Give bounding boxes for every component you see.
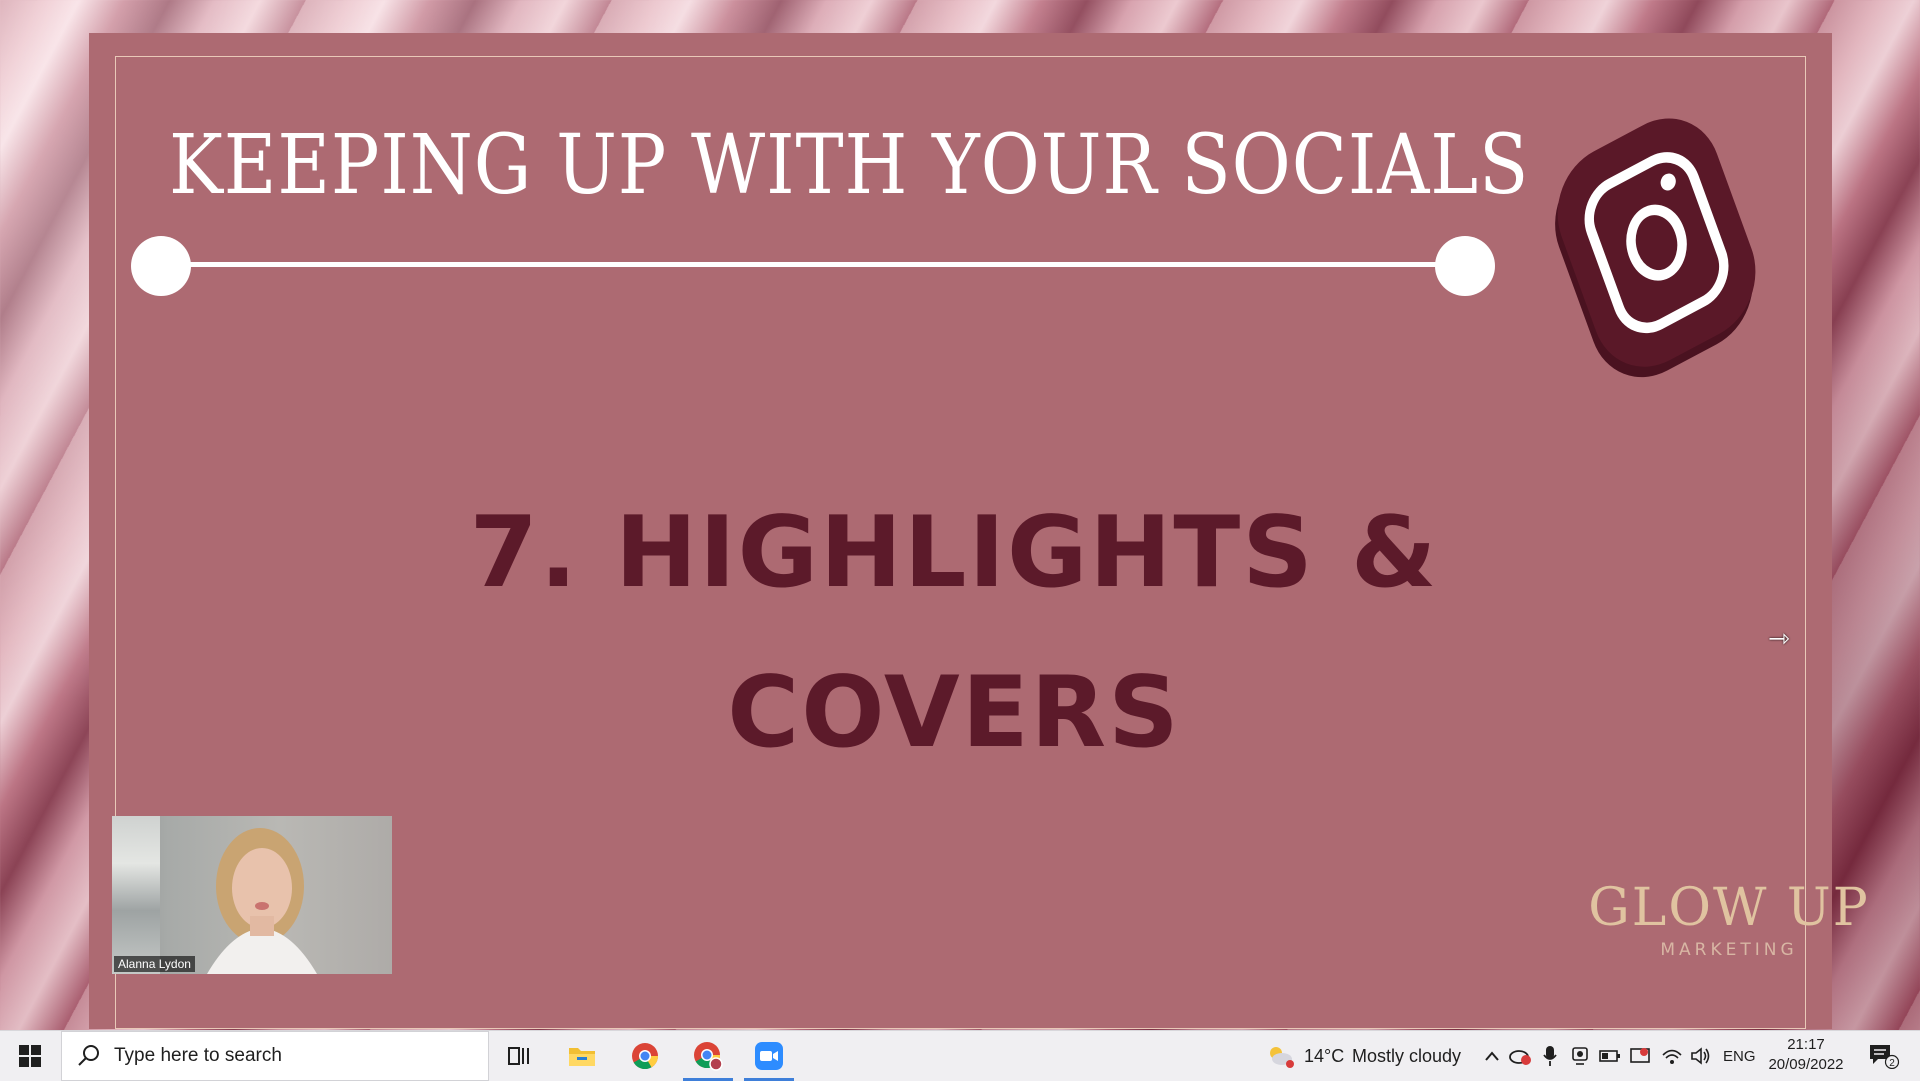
chrome-icon <box>632 1043 659 1070</box>
webcam-icon <box>1572 1047 1588 1065</box>
brand-subtitle: MARKETING <box>1660 940 1798 960</box>
cloud-error-icon <box>1509 1050 1531 1065</box>
wifi-icon <box>1662 1049 1682 1064</box>
weather-button[interactable] <box>1265 1044 1295 1068</box>
weather-cloudy-icon <box>1270 1047 1294 1068</box>
microphone-icon <box>1543 1046 1557 1066</box>
participant-video-feed <box>207 828 317 974</box>
slide-heading: 7. HIGHLIGHTS & COVERS <box>389 473 1519 793</box>
weather-description[interactable]: Mostly cloudy <box>1352 1031 1461 1081</box>
zoom-button[interactable] <box>740 1031 798 1081</box>
battery-icon <box>1599 1050 1620 1062</box>
battery-button[interactable] <box>1598 1044 1622 1068</box>
onedrive-status-button[interactable] <box>1508 1044 1532 1068</box>
input-language-indicator[interactable]: ENG <box>1723 1031 1756 1081</box>
task-view-icon <box>508 1047 529 1065</box>
volume-button[interactable] <box>1689 1044 1713 1068</box>
microphone-button[interactable] <box>1538 1044 1562 1068</box>
zoom-icon <box>755 1042 783 1070</box>
action-center-button[interactable]: 2 <box>1868 1044 1900 1069</box>
weather-temperature[interactable]: 14°C <box>1304 1031 1344 1081</box>
search-input[interactable] <box>112 1044 476 1068</box>
task-view-button[interactable] <box>490 1031 548 1081</box>
clock-time: 21:17 <box>1787 1036 1825 1053</box>
chevron-up-icon <box>1485 1051 1499 1061</box>
participant-video-tile[interactable]: Alanna Lydon <box>112 816 392 974</box>
notification-icon: 2 <box>1870 1045 1900 1069</box>
chrome-button[interactable] <box>616 1031 674 1081</box>
speaker-icon <box>1691 1047 1710 1065</box>
slide-title: KEEPING UP WITH YOUR SOCIALS <box>169 118 1530 213</box>
title-underline-rule <box>159 262 1467 267</box>
network-button[interactable] <box>1660 1044 1684 1068</box>
search-icon <box>78 1045 99 1066</box>
brand-logo: GLOW UP MARKETING <box>1569 878 1889 960</box>
clock-date: 20/09/2022 <box>1768 1056 1844 1073</box>
brand-name: GLOW UP <box>1588 878 1870 938</box>
chrome-profile-icon <box>694 1042 723 1071</box>
participant-name-label: Alanna Lydon <box>114 956 195 972</box>
file-explorer-button[interactable] <box>553 1031 611 1081</box>
display-sync-icon <box>1630 1048 1650 1063</box>
rule-right-dot <box>1435 236 1495 296</box>
instagram-icon <box>1555 118 1756 378</box>
taskbar-search-box[interactable] <box>61 1031 489 1081</box>
show-hidden-icons-button[interactable] <box>1480 1044 1504 1068</box>
taskbar-clock[interactable]: 21:17 20/09/2022 <box>1760 1035 1852 1075</box>
file-explorer-icon <box>569 1048 595 1066</box>
mouse-cursor-icon: ⇾ <box>1768 624 1790 654</box>
slide-heading-line-1: 7. HIGHLIGHTS & <box>469 496 1439 610</box>
camera-status-button[interactable] <box>1568 1044 1592 1068</box>
notification-count: 2 <box>1889 1058 1895 1069</box>
windows-logo-icon <box>19 1045 41 1067</box>
start-button[interactable] <box>0 1031 60 1081</box>
meet-now-button[interactable] <box>1628 1044 1652 1068</box>
windows-taskbar: 14°C Mostly cloudy <box>0 1030 1920 1081</box>
slide-heading-line-2: COVERS <box>727 656 1181 770</box>
chrome-profile-button[interactable] <box>679 1031 737 1081</box>
